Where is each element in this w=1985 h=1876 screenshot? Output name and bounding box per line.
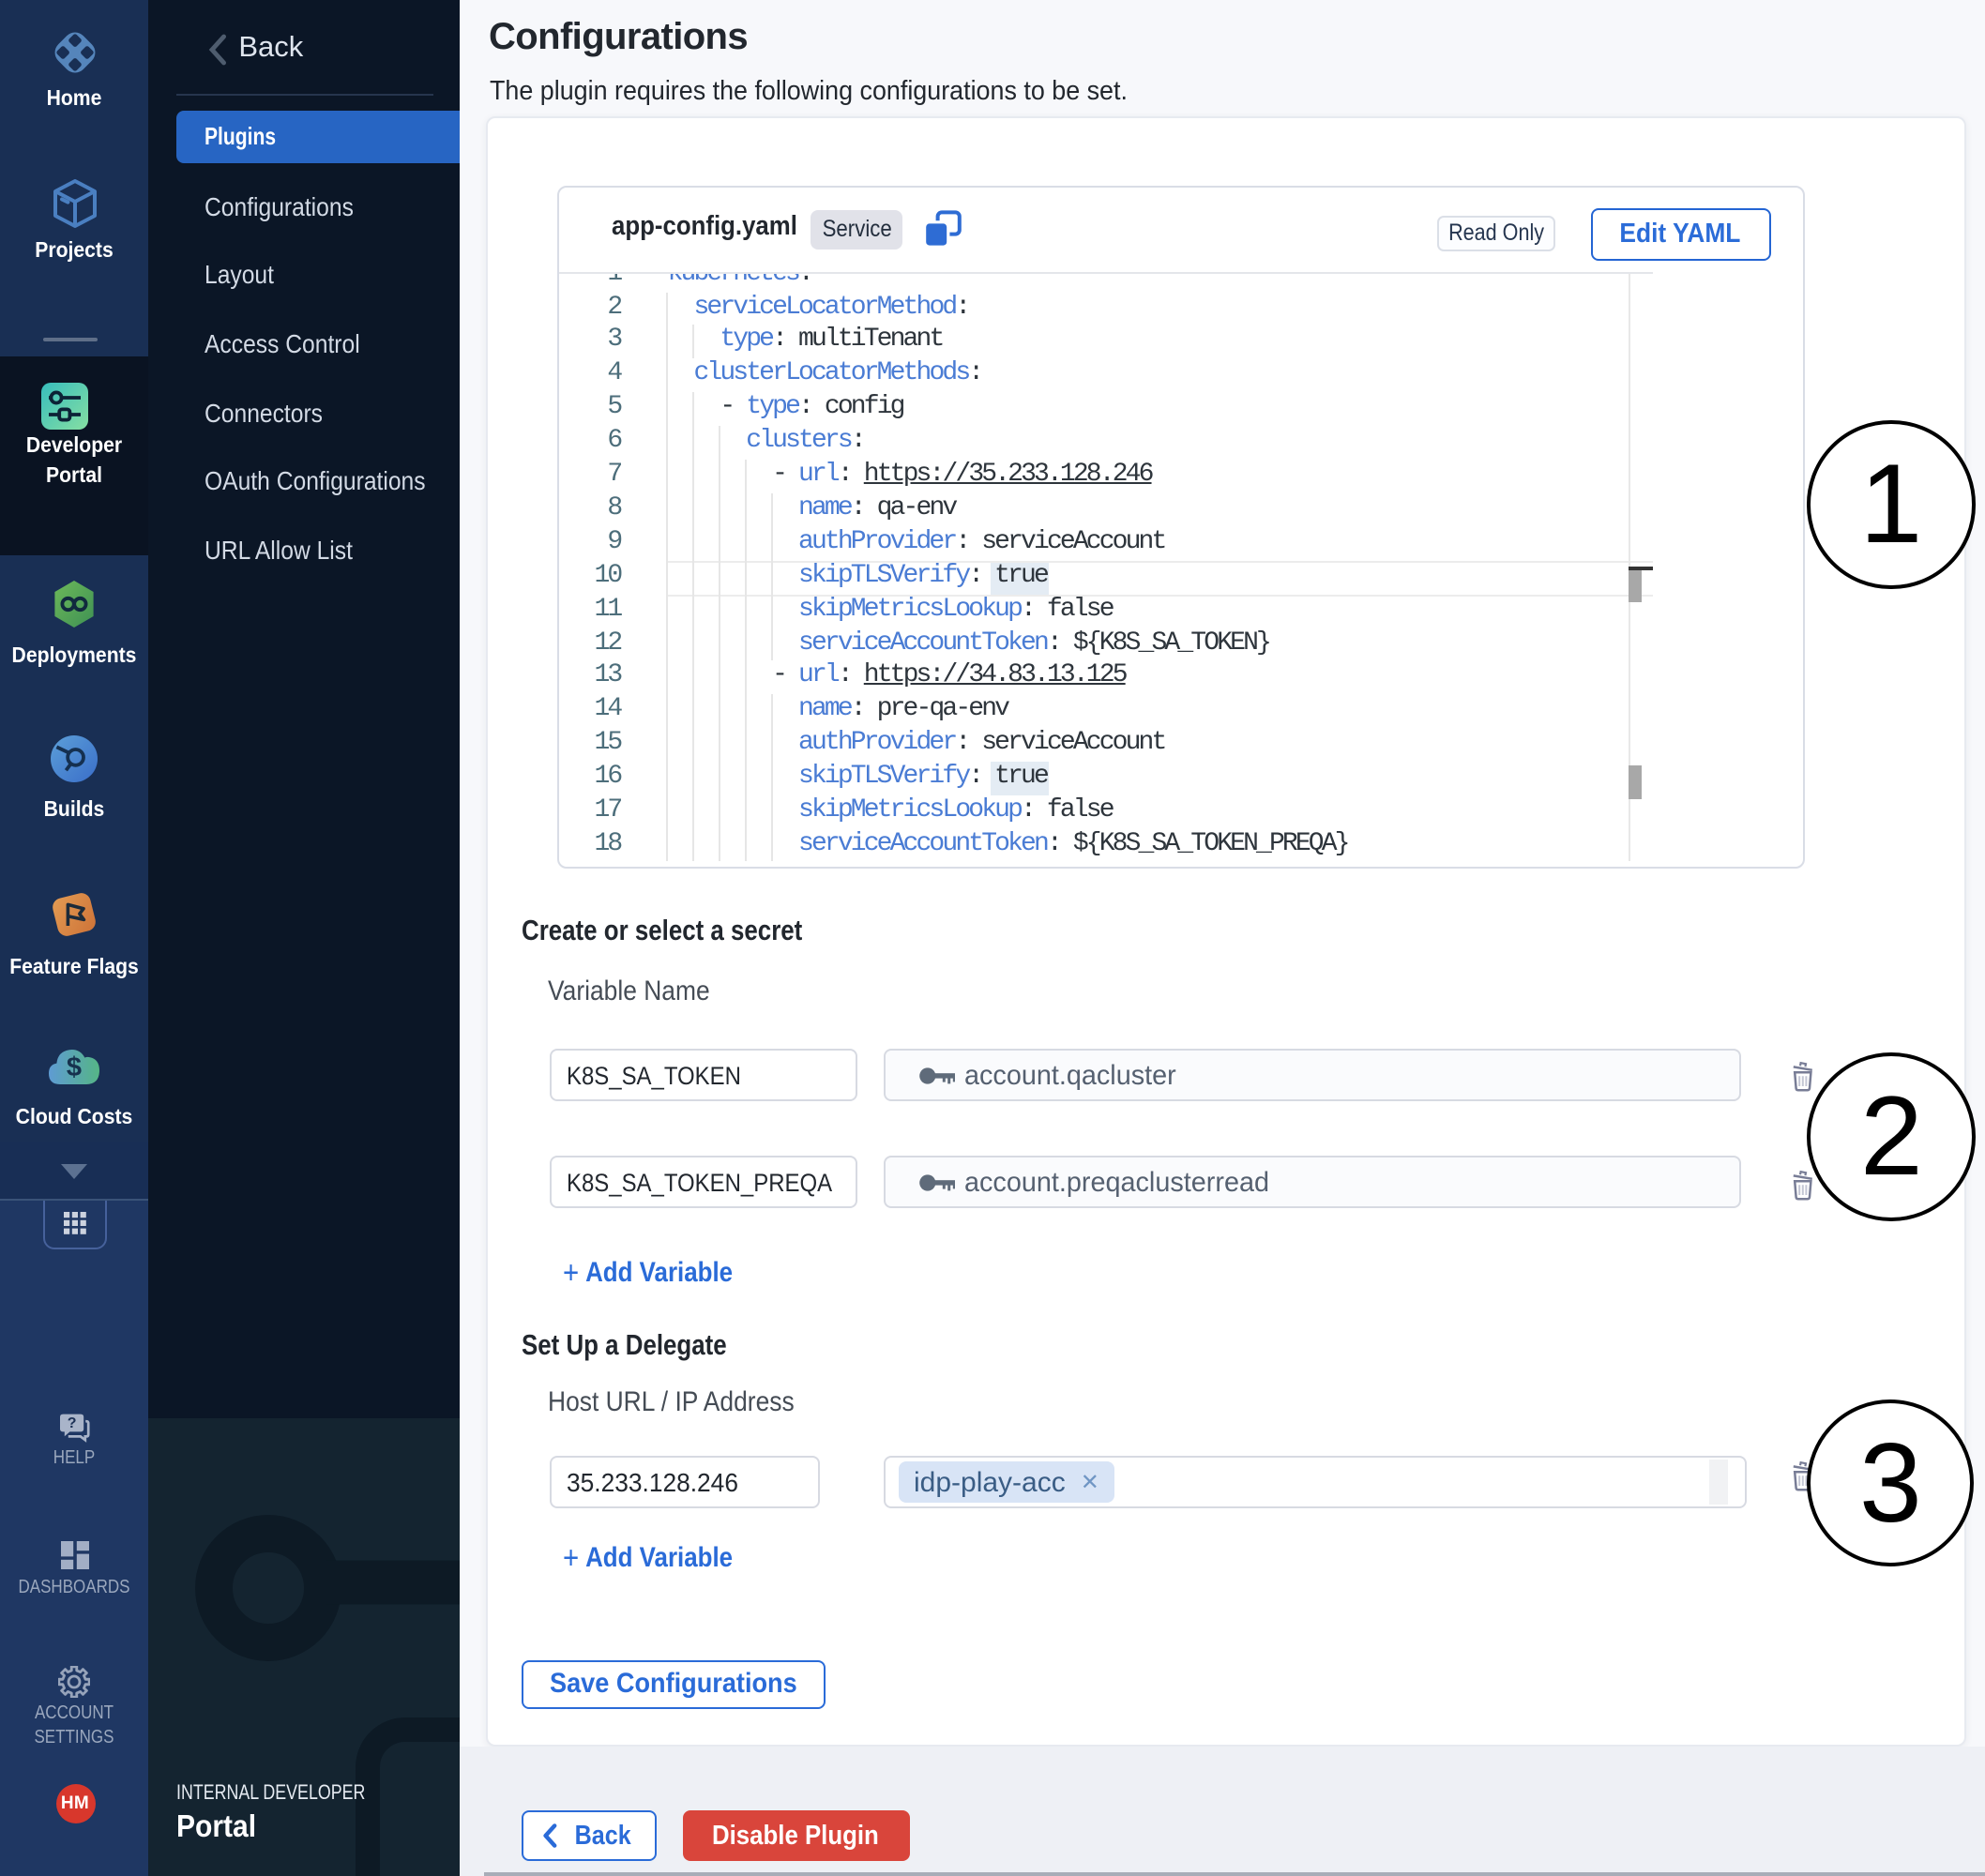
svg-text:$: $ bbox=[67, 1052, 82, 1082]
svg-text:?: ? bbox=[68, 1415, 77, 1431]
